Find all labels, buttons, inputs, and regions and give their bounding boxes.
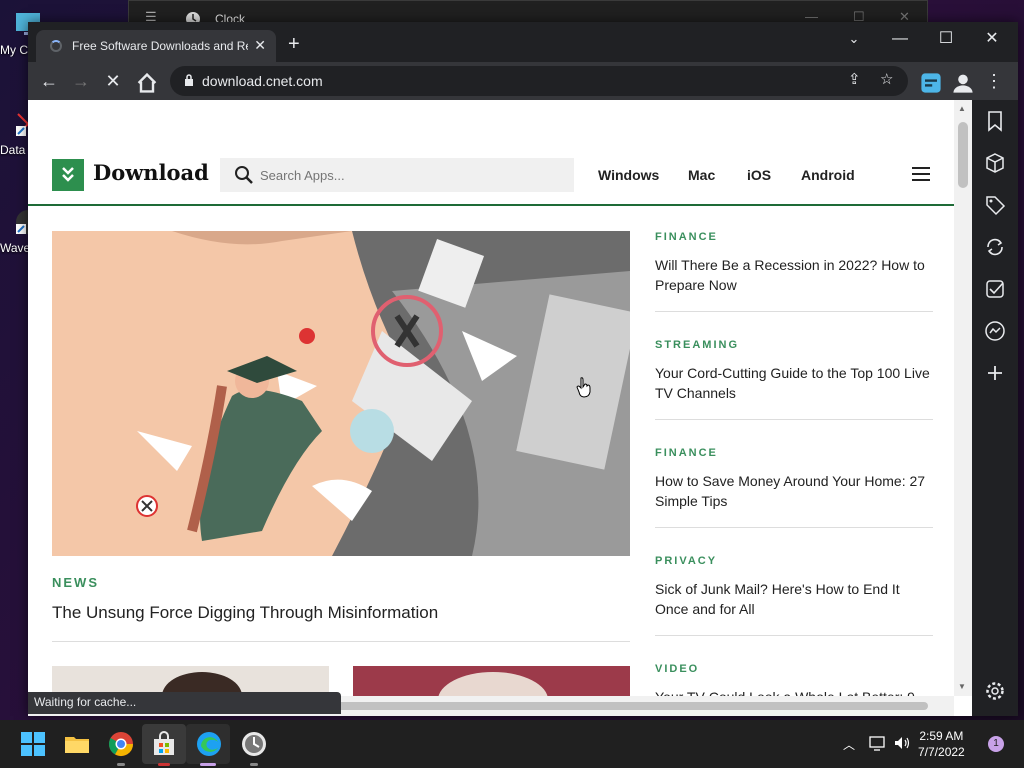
lock-icon	[185, 74, 193, 86]
tab-strip: Free Software Downloads and Re ✕ + ⌄ — ☐…	[28, 22, 1018, 62]
story-category[interactable]: STREAMING	[655, 339, 933, 351]
chrome-icon[interactable]	[107, 730, 135, 758]
browser-sidebar	[972, 100, 1018, 716]
divider	[655, 311, 933, 312]
profile-icon[interactable]	[950, 71, 976, 95]
story-item[interactable]: STREAMING Your Cord-Cutting Guide to the…	[655, 339, 933, 420]
running-indicator	[250, 763, 258, 766]
nav-windows[interactable]: Windows	[598, 167, 659, 183]
sync-icon[interactable]	[984, 236, 1006, 258]
story-title[interactable]: How to Save Money Around Your Home: 27 S…	[655, 471, 933, 511]
clock-date: 7/7/2022	[918, 745, 965, 759]
checklist-icon[interactable]	[984, 278, 1006, 300]
extension-icon[interactable]	[918, 71, 944, 95]
bookmark-icon[interactable]	[984, 110, 1006, 132]
story-title[interactable]: Your Cord-Cutting Guide to the Top 100 L…	[655, 363, 933, 403]
scrollbar-thumb[interactable]	[328, 702, 928, 710]
minimize-button[interactable]: —	[877, 26, 923, 52]
network-icon[interactable]	[869, 735, 887, 751]
nav-ios[interactable]: iOS	[747, 167, 771, 183]
forward-button[interactable]: →	[68, 69, 94, 93]
hero-category[interactable]: NEWS	[52, 575, 99, 590]
running-indicator	[117, 763, 125, 766]
status-bar: Waiting for cache...	[28, 692, 341, 714]
tab-close-icon[interactable]: ✕	[254, 37, 266, 54]
address-bar[interactable]: download.cnet.com ⇪ ☆	[170, 66, 908, 96]
file-explorer-icon[interactable]	[63, 730, 91, 758]
start-windows-icon[interactable]	[19, 730, 47, 758]
share-icon[interactable]: ⇪	[848, 70, 861, 88]
loading-spinner-icon	[50, 40, 62, 52]
story-item[interactable]: PRIVACY Sick of Junk Mail? Here's How to…	[655, 555, 933, 636]
site-header: Download Windows Mac iOS Android	[28, 140, 954, 206]
cube-icon[interactable]	[984, 152, 1006, 174]
hamburger-menu-icon[interactable]	[912, 166, 930, 182]
desktop-icon-label: Wave	[0, 241, 30, 255]
new-tab-button[interactable]: +	[288, 34, 300, 54]
vertical-scrollbar[interactable]: ▲ ▼	[954, 100, 972, 696]
back-button[interactable]: ←	[36, 69, 62, 93]
tab-search-chevron-icon[interactable]: ⌄	[831, 26, 877, 52]
tray-overflow-chevron-icon[interactable]: ︿	[843, 736, 855, 753]
desktop-icon-label: My C	[0, 43, 28, 57]
stop-loading-button[interactable]: ✕	[100, 69, 126, 93]
browser-toolbar: ← → ✕ download.cnet.com ⇪ ☆ ⋮	[28, 62, 1018, 100]
article-thumbnail[interactable]	[353, 666, 630, 696]
divider	[655, 527, 933, 528]
settings-gear-icon[interactable]	[984, 680, 1006, 702]
running-indicator	[158, 763, 170, 766]
story-category[interactable]: PRIVACY	[655, 555, 933, 567]
tab-title: Free Software Downloads and Re	[72, 39, 248, 53]
divider	[655, 419, 933, 420]
story-title[interactable]: Sick of Junk Mail? Here's How to End It …	[655, 579, 933, 619]
story-category[interactable]: FINANCE	[655, 447, 933, 459]
story-category[interactable]: VIDEO	[655, 663, 933, 675]
story-title[interactable]: Will There Be a Recession in 2022? How t…	[655, 255, 933, 295]
desktop-icon-label: Data	[0, 143, 26, 157]
home-icon[interactable]	[134, 71, 160, 95]
nav-mac[interactable]: Mac	[688, 167, 715, 183]
search-input[interactable]	[260, 158, 560, 192]
hero-image[interactable]	[52, 231, 630, 556]
store-icon[interactable]	[150, 730, 178, 758]
edge-icon[interactable]	[195, 730, 223, 758]
maximize-button[interactable]: ☐	[923, 26, 969, 52]
download-logo-icon[interactable]	[52, 159, 84, 191]
close-window-button[interactable]: ✕	[969, 26, 1015, 52]
url-text[interactable]: download.cnet.com	[202, 73, 323, 89]
story-category[interactable]: FINANCE	[655, 231, 933, 243]
hero-title[interactable]: The Unsung Force Digging Through Misinfo…	[52, 603, 438, 623]
active-indicator	[200, 763, 216, 766]
scroll-up-icon[interactable]: ▲	[958, 104, 966, 113]
search-box[interactable]	[220, 158, 574, 192]
browser-window: Free Software Downloads and Re ✕ + ⌄ — ☐…	[28, 22, 1018, 716]
clock-app-icon[interactable]	[240, 730, 268, 758]
taskbar: ︿ 2:59 AM 7/7/2022 1	[0, 720, 1024, 768]
more-menu-icon[interactable]: ⋮	[981, 69, 1007, 93]
tag-icon[interactable]	[984, 194, 1006, 216]
mouse-cursor-icon	[576, 377, 591, 398]
volume-icon[interactable]	[893, 735, 911, 751]
story-item[interactable]: FINANCE How to Save Money Around Your Ho…	[655, 447, 933, 528]
system-clock[interactable]: 2:59 AM 7/7/2022	[918, 728, 965, 760]
messenger-icon[interactable]	[984, 320, 1006, 342]
divider	[655, 635, 933, 636]
story-item[interactable]: FINANCE Will There Be a Recession in 202…	[655, 231, 933, 312]
desktop-icon-data[interactable]: Data	[0, 110, 39, 157]
add-icon[interactable]	[984, 362, 1006, 384]
desktop-icon-my-computer[interactable]: My C	[0, 10, 40, 57]
search-icon[interactable]	[234, 165, 254, 185]
desktop-icon-wave[interactable]: Wave	[0, 208, 40, 255]
nav-android[interactable]: Android	[801, 167, 855, 183]
logo-text[interactable]: Download	[93, 160, 209, 185]
web-page: Download Windows Mac iOS Android	[28, 100, 972, 716]
divider	[52, 641, 630, 642]
notification-badge[interactable]: 1	[988, 736, 1004, 752]
scroll-down-icon[interactable]: ▼	[958, 682, 966, 691]
scrollbar-thumb[interactable]	[958, 122, 968, 188]
clock-time: 2:59 AM	[919, 729, 964, 743]
bookmark-star-icon[interactable]: ☆	[880, 70, 893, 88]
tab-active[interactable]: Free Software Downloads and Re ✕	[36, 30, 276, 62]
